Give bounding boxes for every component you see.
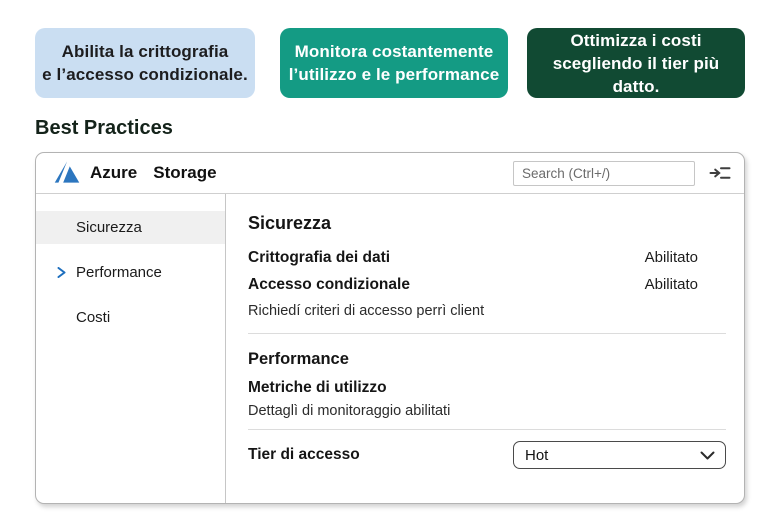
sidebar-item-performance[interactable]: Performance	[36, 256, 225, 289]
callout-security: Abilita la crittografia e l’accesso cond…	[35, 28, 255, 98]
chevron-right-icon	[57, 267, 66, 278]
tier-row: Tier di accesso Hot	[248, 441, 726, 469]
search-input[interactable]	[513, 160, 695, 186]
sidebar-item-sicurezza[interactable]: Sicurezza	[36, 211, 225, 244]
callout-monitoring: Monitora costantemente l’utilizzo e le p…	[280, 28, 508, 98]
window-titlebar: Azure Storage	[36, 153, 744, 194]
callout-line: e l’accesso condizionale.	[42, 65, 248, 84]
panel-toggle-icon[interactable]	[709, 165, 731, 181]
tier-selected-value: Hot	[525, 446, 549, 464]
callout-line: Abilita la crittografia	[61, 42, 229, 61]
sidebar-item-label: Sicurezza	[76, 219, 142, 236]
screenshot-root: Abilita la crittografia e l’accesso cond…	[0, 0, 780, 520]
divider	[248, 429, 726, 430]
setting-row-accesso: Accesso condizionale Abilitato	[248, 276, 726, 294]
setting-value: Abilitato	[644, 276, 698, 293]
azure-logo-icon	[54, 159, 80, 187]
callout-line: scegliendo il tier più datto.	[552, 53, 720, 96]
callout-line: l’utilizzo e le performance	[288, 65, 500, 84]
sidebar-item-label: Performance	[76, 264, 162, 281]
chevron-down-icon	[700, 451, 715, 459]
setting-label: Crittografia dei dati	[248, 249, 391, 266]
callout-line: Monitora costantemente	[294, 42, 494, 61]
section-title-sicurezza: Sicurezza	[248, 213, 332, 233]
tier-select[interactable]: Hot	[513, 441, 726, 469]
sidebar: Sicurezza Performance Costi	[36, 194, 226, 503]
sidebar-item-costi[interactable]: Costi	[36, 301, 225, 334]
content-panel: Sicurezza Crittografia dei dati Abilitat…	[226, 194, 744, 503]
performance-subtitle: Metriche di utilizzo	[248, 379, 387, 396]
brand-label: Azure	[90, 163, 138, 182]
divider	[248, 333, 726, 334]
callout-cost: Ottimizza i costi scegliendo il tier più…	[527, 28, 745, 98]
security-caption: Richiedí criteri di accesso perrì client	[248, 303, 485, 319]
performance-caption: Dettaglì di monitoraggio abilitati	[248, 403, 451, 419]
product-label: Storage	[153, 163, 217, 182]
setting-value: Abilitato	[644, 249, 698, 266]
sidebar-item-label: Costi	[76, 309, 111, 326]
setting-label: Accesso condizionale	[248, 276, 410, 293]
window-body: Sicurezza Performance Costi Sicurezza Cr…	[36, 194, 744, 503]
tier-label: Tier di accesso	[248, 446, 360, 463]
setting-row-crittografia: Crittografia dei dati Abilitato	[248, 249, 726, 267]
page-title: Best Practices	[35, 117, 173, 139]
callout-line: Ottimizza i costi	[570, 30, 702, 50]
section-title-performance: Performance	[248, 350, 349, 368]
callout-row: Abilita la crittografia e l’accesso cond…	[35, 28, 745, 98]
azure-storage-window: Azure Storage Sicurezza	[35, 152, 745, 504]
